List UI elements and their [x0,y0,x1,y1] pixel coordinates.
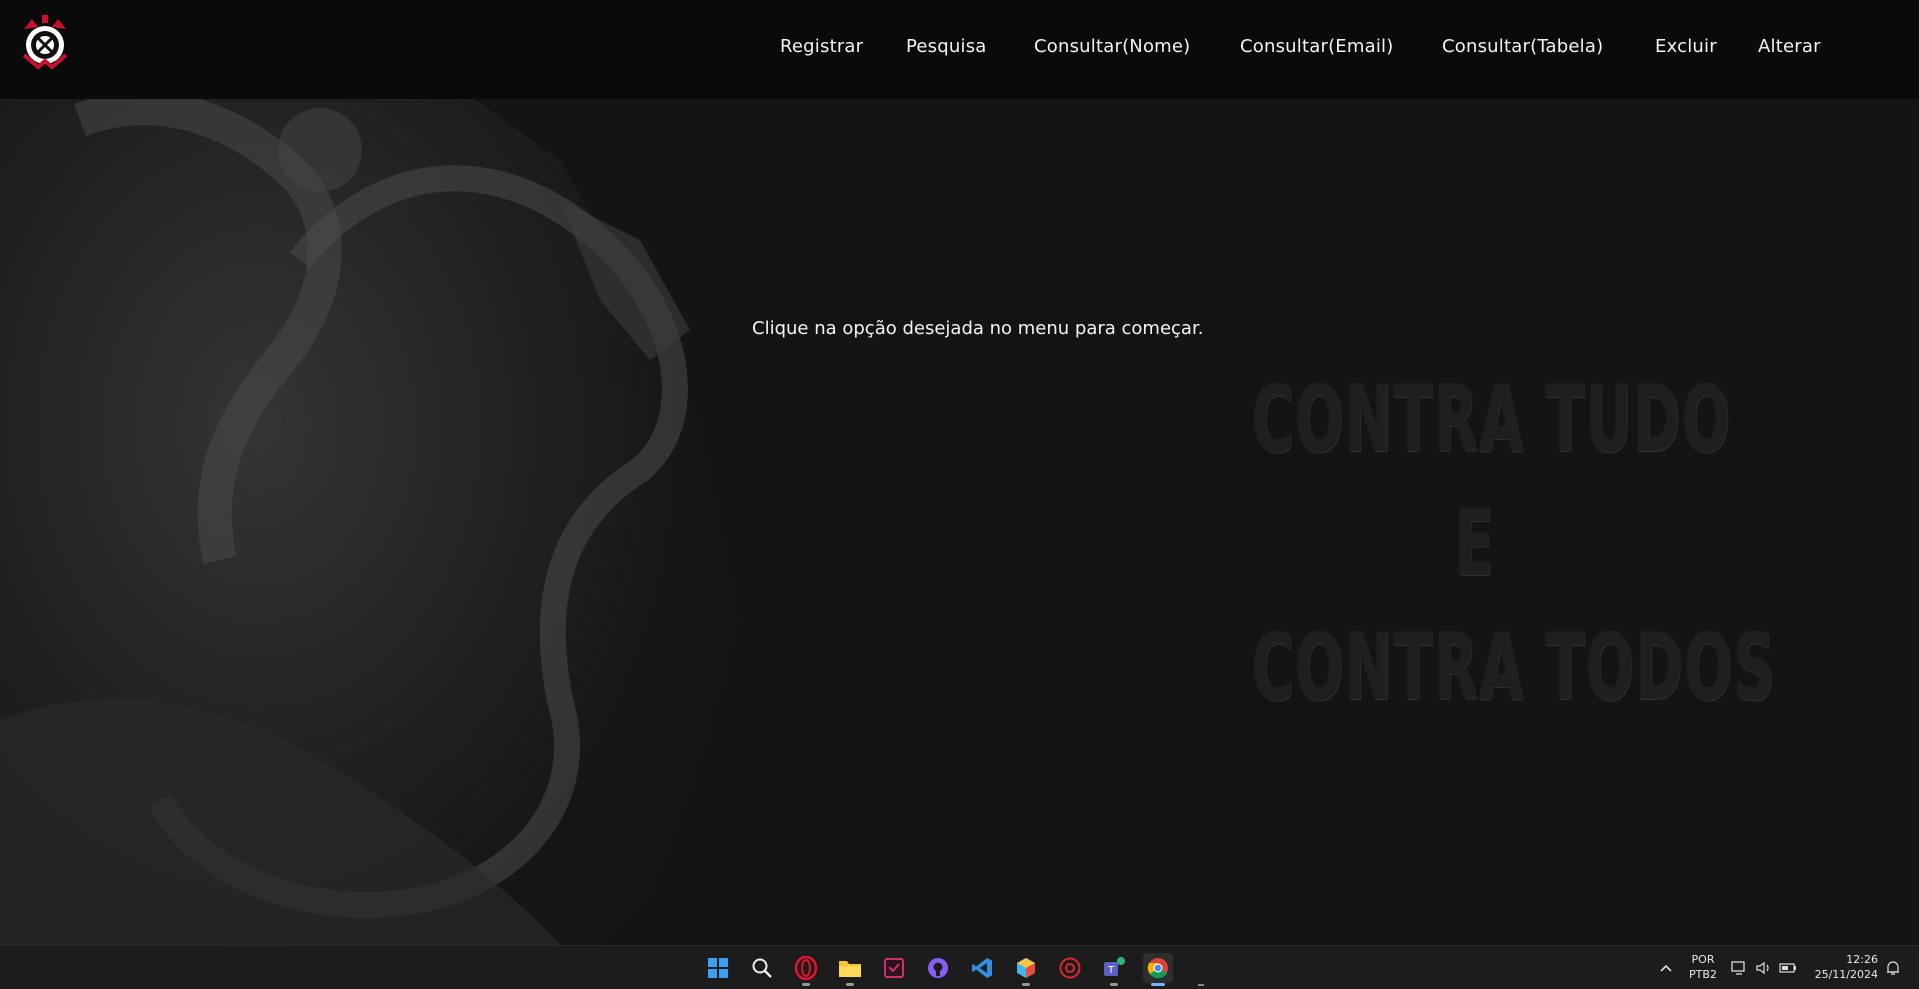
warrior-dragon-illustration [0,0,740,945]
keyboard-layout: PTB2 [1689,968,1717,981]
menu-item-alterar[interactable]: Alterar [1758,36,1821,57]
checkbox-app-icon[interactable] [879,953,909,983]
input-language[interactable]: POR PTB2 [1688,952,1718,982]
top-navigation-bar: Registrar Pesquisa Consultar(Nome) Consu… [0,0,1919,99]
menu-item-excluir[interactable]: Excluir [1655,36,1717,57]
network-icon[interactable] [1727,953,1751,983]
battery-icon[interactable] [1776,953,1800,983]
menu-item-consultar-email[interactable]: Consultar(Email) [1240,36,1393,57]
file-explorer-icon[interactable] [835,953,865,986]
hexagon-app-icon[interactable] [1011,953,1041,986]
chrome-icon[interactable] [1143,953,1173,986]
clock-time: 12:26 [1846,953,1878,966]
clock[interactable]: 12:26 25/11/2024 [1806,952,1878,982]
menu-item-consultar-nome[interactable]: Consultar(Nome) [1034,36,1190,57]
menu-item-consultar-tabela[interactable]: Consultar(Tabela) [1442,36,1603,57]
corinthians-logo-icon[interactable] [18,11,72,75]
menu-item-registrar[interactable]: Registrar [780,36,863,57]
slogan-line-3: CONTRA TODOS [1252,614,1777,721]
taskbar-overflow-indicator [1198,984,1204,986]
github-desktop-icon[interactable] [923,953,953,983]
slogan-line-2: E [1455,490,1496,597]
search-icon[interactable] [747,953,777,983]
svg-text:T: T [1107,965,1115,976]
language-code: POR [1691,953,1715,966]
volume-icon[interactable] [1752,953,1776,983]
windows-taskbar: T POR PTB2 12:26 25/11/2024 [0,945,1919,989]
chevron-up-icon[interactable] [1651,953,1681,983]
opera-icon[interactable] [791,953,821,986]
windows-start-icon[interactable] [703,953,733,983]
red-round-app-icon[interactable] [1055,953,1085,983]
clock-date: 25/11/2024 [1814,968,1878,981]
vscode-icon[interactable] [967,953,997,983]
teams-icon[interactable]: T [1099,953,1129,986]
menu-item-pesquisa[interactable]: Pesquisa [906,36,987,57]
welcome-prompt: Clique na opção desejada no menu para co… [752,318,1204,339]
notification-bell-icon[interactable] [1880,953,1906,983]
slogan-line-1: CONTRA TUDO [1252,366,1732,473]
